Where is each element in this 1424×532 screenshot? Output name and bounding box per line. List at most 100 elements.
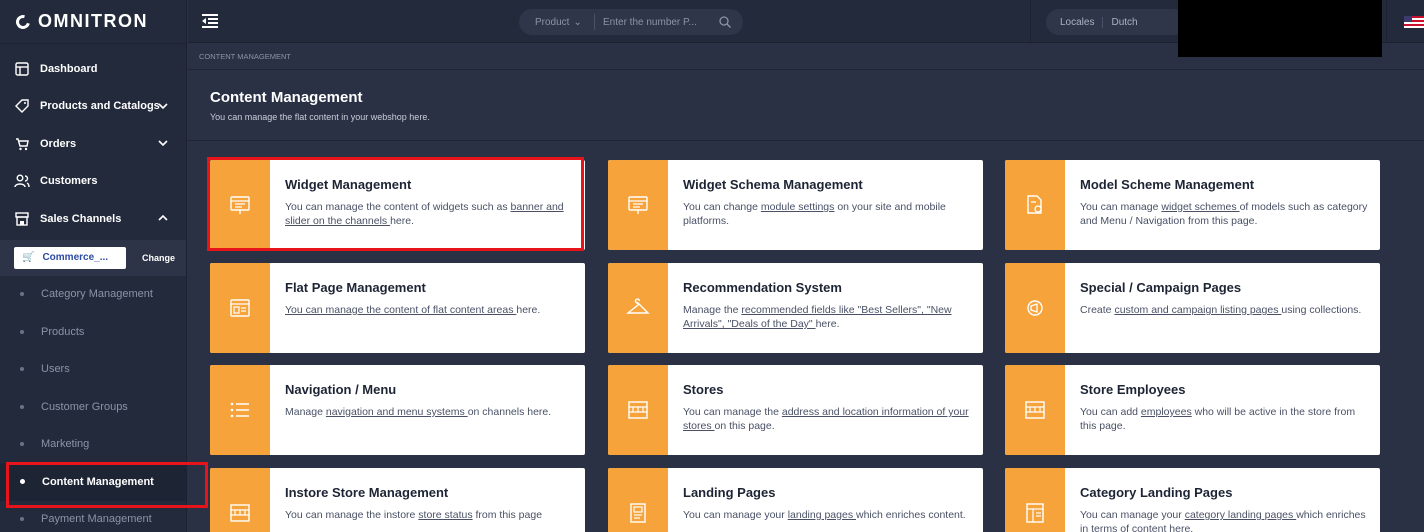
sidebar-item-users[interactable]: Users — [0, 351, 186, 389]
logo[interactable]: OMNITRON — [0, 0, 186, 44]
sidebar-item-label: Customer Groups — [41, 400, 128, 413]
divider — [1030, 0, 1031, 43]
logo-icon — [13, 11, 33, 32]
bullet-icon — [20, 292, 24, 297]
sidebar-item-label: Products and Catalogs — [40, 100, 160, 113]
card-description: You can manage your category landing pag… — [1080, 508, 1368, 532]
channel-dropdown[interactable]: 🛒 Commerce_... — [14, 246, 126, 269]
campaign-icon — [1005, 263, 1065, 353]
card-text: You can manage the — [683, 406, 782, 418]
landing-icon — [608, 468, 668, 532]
flag-icon[interactable] — [1404, 16, 1424, 28]
card-description: You can manage widget schemes of models … — [1080, 200, 1368, 228]
sidebar-item-label: Users — [41, 363, 70, 376]
sidebar-item-label: Sales Channels — [40, 212, 122, 225]
card-special-campaign-pages[interactable]: Special / Campaign Pages Create custom an… — [1005, 263, 1380, 353]
sidebar-item-label: Products — [41, 325, 85, 338]
card-navigation-menu[interactable]: Navigation / Menu Manage navigation and m… — [210, 365, 585, 455]
card-link[interactable]: category landing pages — [1185, 509, 1297, 521]
category-page-icon — [1005, 468, 1065, 532]
brand-name: OMNITRON — [38, 11, 148, 31]
search-bar: Product ⌄ Enter the number P... — [519, 9, 743, 35]
search-input[interactable]: Enter the number P... — [595, 17, 719, 28]
menu-toggle-icon[interactable] — [202, 14, 218, 28]
card-text: You can manage the instore — [285, 509, 419, 521]
sidebar-item-label: Customers — [40, 175, 98, 188]
sidebar-item-label: Category Management — [41, 288, 153, 301]
highlight-box — [207, 157, 584, 251]
bullet-icon — [20, 517, 24, 522]
sidebar-item-label: Marketing — [41, 438, 90, 451]
sidebar-item-sales-channels[interactable]: Sales Channels — [0, 200, 186, 238]
main-nav: Dashboard Products and Catalogs Orders Cust… — [0, 50, 186, 238]
chevron-down-icon — [158, 140, 168, 147]
search-type-select[interactable]: Product ⌄ — [519, 14, 595, 30]
sidebar-item-orders[interactable]: Orders — [0, 125, 186, 163]
card-store-employees[interactable]: Store Employees You can add employees who… — [1005, 365, 1380, 455]
sidebar-item-products[interactable]: Products — [0, 313, 186, 351]
card-link[interactable]: You can manage the content of flat conte… — [285, 304, 516, 316]
tag-icon — [14, 98, 30, 114]
sidebar-item-customer-groups[interactable]: Customer Groups — [0, 388, 186, 426]
card-description: Manage the recommended fields like "Best… — [683, 303, 971, 331]
card-link[interactable]: widget schemes — [1161, 201, 1239, 213]
divider — [1386, 0, 1387, 43]
cart-icon: 🛒 — [22, 252, 35, 263]
layout-icon — [14, 61, 30, 77]
card-title: Category Landing Pages — [1080, 485, 1233, 500]
sidebar-item-dashboard[interactable]: Dashboard — [0, 50, 186, 88]
card-title: Flat Page Management — [285, 280, 426, 295]
card-flat-page-management[interactable]: Flat Page Management You can manage the c… — [210, 263, 585, 353]
card-text: which enriches content. — [856, 509, 966, 521]
card-link[interactable]: landing pages — [788, 509, 856, 521]
page-title: Content Management — [210, 89, 363, 106]
chevron-down-icon: ⌄ — [573, 16, 582, 28]
card-description: You can change module settings on your s… — [683, 200, 971, 228]
card-text: Manage the — [683, 304, 742, 316]
card-text: on this page. — [714, 420, 775, 432]
card-widget-schema-management[interactable]: Widget Schema Management You can change m… — [608, 160, 983, 250]
card-link[interactable]: store status — [418, 509, 472, 521]
card-link[interactable]: employees — [1141, 406, 1192, 418]
list-icon — [210, 365, 270, 455]
card-instore-store-management[interactable]: Instore Store Management You can manage t… — [210, 468, 585, 532]
card-model-scheme-management[interactable]: Model Scheme Management You can manage wi… — [1005, 160, 1380, 250]
card-title: Landing Pages — [683, 485, 776, 500]
card-link[interactable]: navigation and menu systems — [326, 406, 468, 418]
card-recommendation-system[interactable]: Recommendation System Manage the recommen… — [608, 263, 983, 353]
card-link[interactable]: custom and campaign listing pages — [1114, 304, 1281, 316]
divider — [188, 140, 1424, 141]
card-title: Recommendation System — [683, 280, 842, 295]
card-text: You can add — [1080, 406, 1141, 418]
storefront-icon — [1005, 365, 1065, 455]
card-landing-pages[interactable]: Landing Pages You can manage your landing… — [608, 468, 983, 532]
card-link[interactable]: module settings — [761, 201, 835, 213]
page-layout-icon — [210, 263, 270, 353]
change-channel-button[interactable]: Change — [142, 253, 175, 263]
chevron-up-icon — [158, 214, 168, 221]
card-category-landing-pages[interactable]: Category Landing Pages You can manage you… — [1005, 468, 1380, 532]
card-text: You can change — [683, 201, 761, 213]
sidebar-item-customers[interactable]: Customers — [0, 163, 186, 201]
card-text: here. — [815, 318, 840, 330]
search-icon[interactable] — [719, 16, 731, 28]
page-header: Content Management You can manage the fl… — [210, 89, 430, 122]
sidebar-item-products-and-catalogs[interactable]: Products and Catalogs — [0, 88, 186, 126]
card-description: You can add employees who will be active… — [1080, 405, 1368, 433]
card-description: You can manage the instore store status … — [285, 508, 573, 522]
locale-value: Dutch — [1111, 16, 1138, 28]
card-description: You can manage your landing pages which … — [683, 508, 971, 522]
chevron-down-icon — [158, 102, 168, 109]
card-title: Navigation / Menu — [285, 382, 397, 397]
sidebar-item-marketing[interactable]: Marketing — [0, 426, 186, 464]
card-stores[interactable]: Stores You can manage the address and loc… — [608, 365, 983, 455]
sidebar-item-category-management[interactable]: Category Management — [0, 276, 186, 314]
bullet-icon — [20, 404, 24, 409]
card-description: Manage navigation and menu systems on ch… — [285, 405, 573, 419]
channel-name: Commerce_... — [42, 252, 109, 263]
card-text: You can manage — [1080, 201, 1162, 213]
bullet-icon — [20, 442, 24, 447]
locale-selector[interactable]: Locales Dutch — [1046, 9, 1186, 35]
card-title: Instore Store Management — [285, 485, 449, 500]
sidebar: OMNITRON Dashboard Products and Catalogs O… — [0, 0, 187, 532]
